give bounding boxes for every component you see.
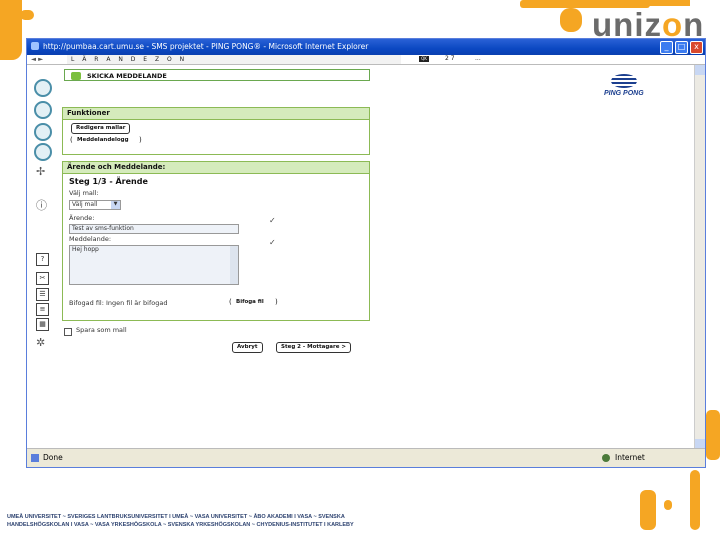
message-icon bbox=[71, 72, 81, 80]
contacts-icon[interactable]: ☰ bbox=[36, 288, 49, 301]
message-textarea[interactable]: Hej hopp bbox=[69, 245, 239, 285]
nav-page-indicator: 2 7 bbox=[445, 55, 455, 62]
template-select[interactable]: Välj mall ▼ bbox=[69, 200, 121, 210]
decor-splatter-top bbox=[560, 8, 582, 32]
spellcheck-icon[interactable]: ✓ bbox=[269, 216, 276, 225]
settings-icon[interactable]: ✲ bbox=[36, 336, 45, 349]
pingpong-logo: PING PONG bbox=[604, 74, 644, 97]
step-heading: Steg 1/3 - Ärende bbox=[69, 177, 148, 186]
edit-templates-button[interactable]: Redigera mallar bbox=[71, 123, 131, 134]
decor-splatter-right bbox=[706, 410, 720, 460]
people-icon[interactable] bbox=[34, 143, 52, 161]
scroll-up-arrow[interactable] bbox=[695, 65, 705, 75]
alert-icon[interactable]: ⓘ bbox=[36, 197, 47, 213]
paren-close: ) bbox=[139, 136, 142, 144]
ie-page-icon bbox=[31, 454, 39, 462]
window-title: http://pumbaa.cart.umu.se - SMS projekte… bbox=[43, 42, 369, 51]
template-select-value: Välj mall bbox=[72, 201, 98, 208]
pingpong-text: PING PONG bbox=[604, 90, 644, 97]
footer-universities: UMEÅ UNIVERSITET ~ SVERIGES LANTBRUKSUNI… bbox=[7, 513, 354, 529]
functions-panel-title: Funktioner bbox=[63, 108, 369, 120]
decor-splatter-left bbox=[0, 0, 22, 60]
subject-label: Ärende: bbox=[69, 214, 95, 222]
zone-text: Internet bbox=[615, 453, 645, 462]
next-step-button[interactable]: Steg 2 - Mottagare > bbox=[276, 342, 351, 353]
globe-icon[interactable] bbox=[34, 123, 52, 141]
subject-message-panel: Ärende och Meddelande: Steg 1/3 - Ärende… bbox=[62, 161, 370, 321]
spellcheck-icon[interactable]: ✓ bbox=[269, 238, 276, 247]
textarea-scrollbar[interactable] bbox=[230, 246, 238, 284]
paren-open: ( bbox=[70, 136, 73, 144]
ie-icon bbox=[31, 42, 39, 50]
decor-splatter-bottom bbox=[690, 470, 700, 530]
attachment-label: Bifogad fil: Ingen fil är bifogad bbox=[69, 299, 168, 307]
chevron-down-icon: ▼ bbox=[111, 201, 120, 209]
back-forward-icon[interactable]: ◄ ► bbox=[31, 55, 43, 63]
tool-icon-column: ✢ ⓘ ? ✂ ☰ ≡ ▦ ✲ bbox=[27, 65, 63, 449]
attach-file-link[interactable]: Bifoga fil bbox=[236, 299, 264, 305]
minimize-button[interactable]: _ bbox=[660, 41, 673, 54]
window-titlebar: http://pumbaa.cart.umu.se - SMS projekte… bbox=[27, 39, 705, 55]
decor-splatter-bottom bbox=[640, 490, 656, 530]
notes-icon[interactable]: ≡ bbox=[36, 303, 49, 316]
vertical-scrollbar[interactable] bbox=[694, 65, 705, 449]
pingpong-globe-icon bbox=[610, 74, 637, 88]
functions-panel: Funktioner Redigera mallar ( Meddelandel… bbox=[62, 107, 370, 155]
message-label: Meddelande: bbox=[69, 235, 112, 243]
close-button[interactable]: x bbox=[690, 41, 703, 54]
status-text: Done bbox=[43, 453, 63, 462]
save-template-label: Spara som mall bbox=[76, 326, 127, 334]
site-navbar: ◄ ► L Ä R A N D E Z O N QK 2 7 ... bbox=[27, 55, 705, 65]
template-label: Välj mall: bbox=[69, 189, 99, 197]
decor-splatter-bottom bbox=[664, 500, 672, 510]
internet-zone-icon bbox=[602, 454, 610, 462]
nav-tag[interactable]: QK bbox=[419, 56, 429, 62]
list-icon[interactable] bbox=[34, 79, 52, 97]
save-template-checkbox[interactable] bbox=[64, 328, 72, 336]
status-bar: Done Internet bbox=[27, 448, 705, 467]
larandezon-banner: L Ä R A N D E Z O N bbox=[67, 55, 401, 64]
cancel-button[interactable]: Avbryt bbox=[232, 342, 263, 353]
message-log-link[interactable]: Meddelandelogg bbox=[77, 137, 129, 143]
paren-close: ) bbox=[275, 298, 278, 306]
book-icon[interactable] bbox=[34, 101, 52, 119]
page-content: ✢ ⓘ ? ✂ ☰ ≡ ▦ ✲ SKICKA MEDDELANDE Funkti… bbox=[27, 65, 705, 449]
move-icon[interactable]: ✢ bbox=[36, 165, 45, 178]
footer-line: HANDELSHÖGSKOLAN I VASA ~ VASA YRKESHÖGS… bbox=[7, 522, 354, 528]
browser-window: http://pumbaa.cart.umu.se - SMS projekte… bbox=[26, 38, 706, 468]
footer-line: UMEÅ UNIVERSITET ~ SVERIGES LANTBRUKSUNI… bbox=[7, 514, 345, 520]
subject-input-value: Test av sms-funktion bbox=[72, 225, 134, 232]
maximize-button[interactable]: □ bbox=[675, 41, 688, 54]
tools-icon[interactable]: ✂ bbox=[36, 272, 49, 285]
help-icon[interactable]: ? bbox=[36, 253, 49, 266]
page-title: SKICKA MEDDELANDE bbox=[87, 72, 167, 80]
decor-splatter-left bbox=[20, 10, 34, 20]
message-textarea-value: Hej hopp bbox=[72, 246, 99, 253]
paren-open: ( bbox=[229, 298, 232, 306]
subject-panel-title: Ärende och Meddelande: bbox=[63, 162, 369, 174]
nav-dots: ... bbox=[475, 55, 481, 62]
page-header: SKICKA MEDDELANDE bbox=[64, 69, 370, 81]
calculator-icon[interactable]: ▦ bbox=[36, 318, 49, 331]
subject-input[interactable]: Test av sms-funktion bbox=[69, 224, 239, 234]
